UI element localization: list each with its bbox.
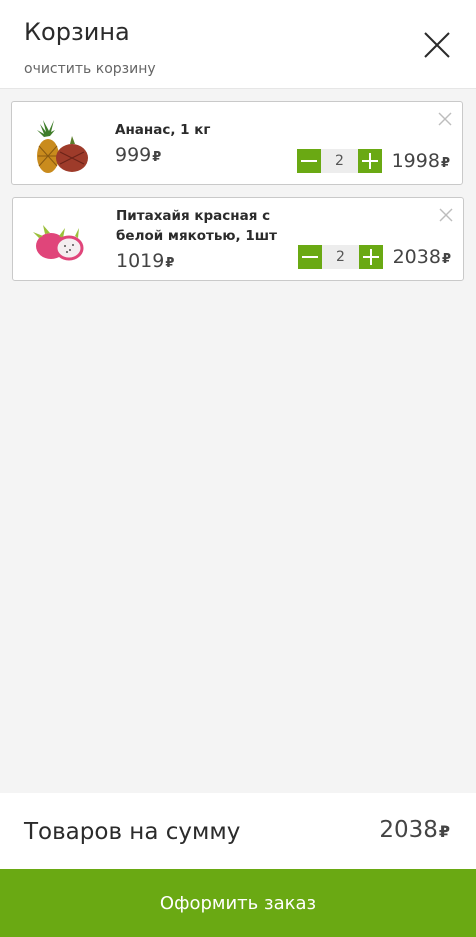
total-amount: 2038₽ (379, 817, 450, 843)
close-icon (439, 208, 453, 222)
cart-item: Питахайя красная с белой мякотью, 1шт 10… (12, 197, 464, 281)
checkout-button[interactable]: Оформить заказ (0, 869, 476, 937)
pineapple-image (20, 112, 106, 176)
decrease-quantity-button[interactable] (298, 245, 322, 269)
remove-item-button[interactable] (438, 112, 452, 126)
product-price: 1019₽ (116, 250, 175, 272)
clear-cart-link[interactable]: очистить корзину (24, 61, 156, 77)
quantity-stepper: 2 (297, 149, 382, 173)
cart-header: Корзина очистить корзину (0, 0, 476, 89)
increase-quantity-button[interactable] (359, 245, 383, 269)
item-total: 1998₽ (391, 150, 450, 172)
remove-item-button[interactable] (439, 208, 453, 222)
minus-icon (301, 160, 317, 162)
quantity-field[interactable]: 2 (322, 245, 359, 269)
quantity-field[interactable]: 2 (321, 149, 358, 173)
dragon-fruit-image (21, 208, 107, 272)
product-name[interactable]: Питахайя красная с белой мякотью, 1шт (116, 206, 296, 246)
close-button[interactable] (420, 28, 454, 62)
close-icon (438, 112, 452, 126)
close-icon (424, 32, 450, 58)
product-price: 999₽ (115, 144, 162, 166)
page-title: Корзина (24, 18, 130, 46)
quantity-stepper: 2 (298, 245, 383, 269)
plus-icon (363, 249, 379, 265)
order-summary: Товаров на сумму 2038₽ (0, 793, 476, 869)
total-label: Товаров на сумму (24, 819, 241, 845)
item-total: 2038₽ (392, 246, 451, 268)
increase-quantity-button[interactable] (358, 149, 382, 173)
plus-icon (362, 153, 378, 169)
cart-item: Ананас, 1 кг 999₽ 2 1998₽ (11, 101, 463, 185)
minus-icon (302, 256, 318, 258)
product-name[interactable]: Ананас, 1 кг (115, 120, 295, 140)
decrease-quantity-button[interactable] (297, 149, 321, 173)
